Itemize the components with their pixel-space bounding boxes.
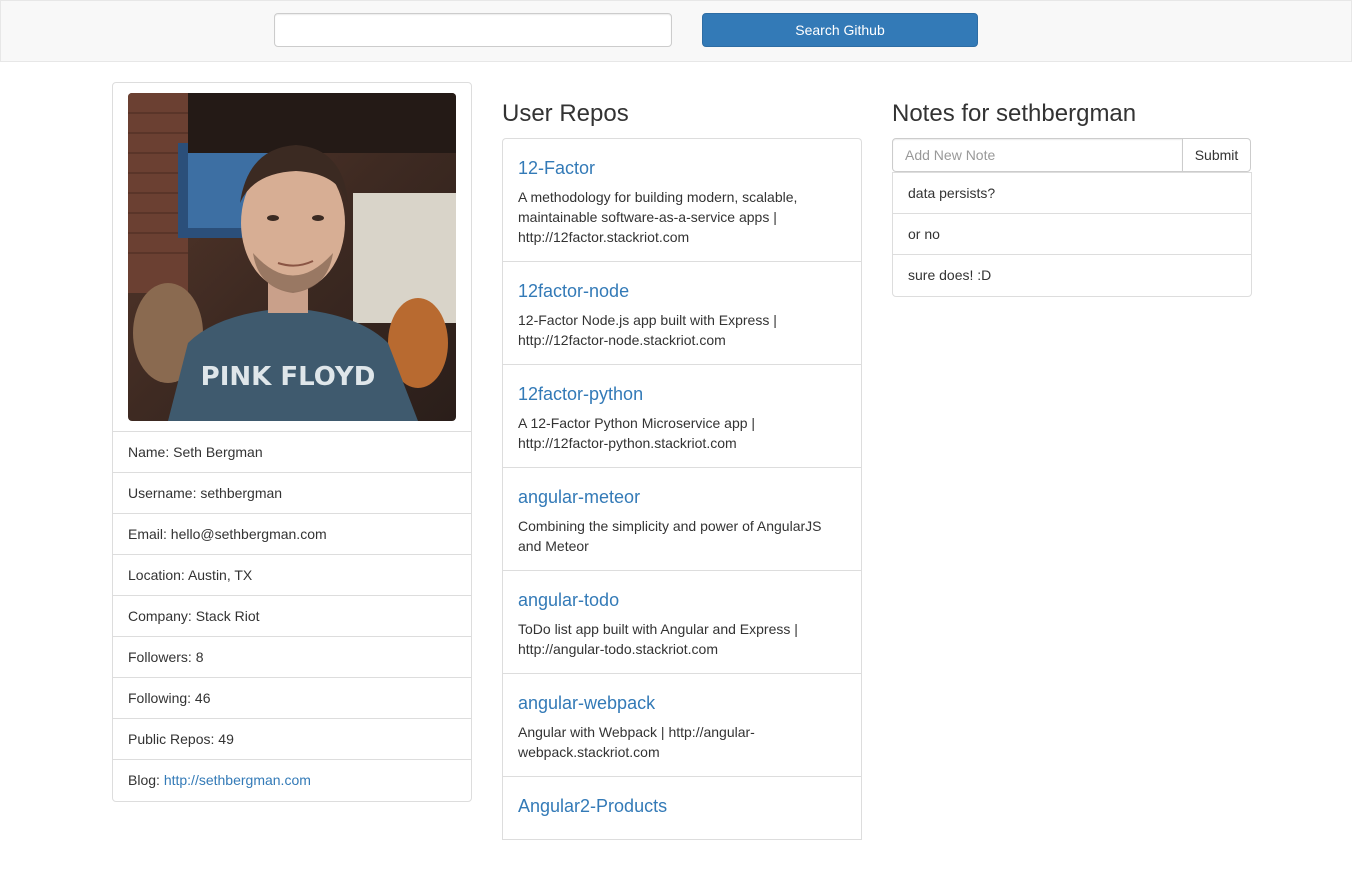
repo-link[interactable]: 12factor-node	[518, 280, 846, 302]
avatar-photo: PINK FLOYD	[128, 93, 456, 421]
repo-description: A 12-Factor Python Microservice app | ht…	[518, 415, 756, 451]
profile-public-repos: Public Repos: 49	[113, 719, 471, 760]
add-note-input[interactable]	[892, 138, 1183, 172]
profile-username: Username: sethbergman	[113, 473, 471, 514]
repo-item: Angular2-Products	[503, 777, 861, 840]
repo-link[interactable]: 12-Factor	[518, 157, 846, 179]
navbar: Search Github	[0, 0, 1352, 62]
profile-name: Name: Seth Bergman	[113, 432, 471, 473]
add-note-form: Submit	[892, 138, 1252, 172]
repo-link[interactable]: 12factor-python	[518, 383, 846, 405]
repo-description: Combining the simplicity and power of An…	[518, 518, 822, 554]
repo-description: Angular with Webpack | http://angular-we…	[518, 724, 755, 760]
notes-title: Notes for sethbergman	[892, 100, 1137, 127]
profile-company: Company: Stack Riot	[113, 596, 471, 637]
repo-description: 12-Factor Node.js app built with Express…	[518, 312, 777, 348]
svg-text:PINK FLOYD: PINK FLOYD	[201, 362, 376, 392]
profile-blog: Blog: http://sethbergman.com	[128, 772, 311, 788]
note-item: or no	[893, 214, 1251, 255]
note-item: data persists?	[893, 173, 1251, 214]
avatar-container: PINK FLOYD	[113, 83, 471, 432]
notes-list: data persists? or no sure does! :D	[892, 172, 1252, 297]
repo-item: angular-webpack Angular with Webpack | h…	[503, 674, 861, 777]
note-item: sure does! :D	[908, 267, 992, 283]
github-username-search-input[interactable]	[274, 13, 672, 47]
profile-following: Following: 46	[113, 678, 471, 719]
repo-item: 12-Factor A methodology for building mod…	[503, 139, 861, 262]
repo-item: 12factor-python A 12-Factor Python Micro…	[503, 365, 861, 468]
repos-list: 12-Factor A methodology for building mod…	[502, 138, 862, 840]
repo-item: 12factor-node 12-Factor Node.js app buil…	[503, 262, 861, 365]
repo-item: angular-meteor Combining the simplicity …	[503, 468, 861, 571]
repo-link[interactable]: angular-todo	[518, 589, 846, 611]
repo-description: A methodology for building modern, scala…	[518, 189, 798, 245]
repo-link[interactable]: angular-webpack	[518, 692, 846, 714]
profile-followers: Followers: 8	[113, 637, 471, 678]
profile-email: Email: hello@sethbergman.com	[113, 514, 471, 555]
avatar: PINK FLOYD	[128, 93, 456, 421]
repo-item: angular-todo ToDo list app built with An…	[503, 571, 861, 674]
profile-location: Location: Austin, TX	[113, 555, 471, 596]
user-profile-panel: PINK FLOYD Name: Seth Bergman Username: …	[112, 82, 472, 802]
user-repos-title: User Repos	[502, 100, 629, 127]
repo-link[interactable]: angular-meteor	[518, 486, 846, 508]
blog-link[interactable]: http://sethbergman.com	[164, 772, 311, 788]
search-github-button[interactable]: Search Github	[702, 13, 978, 47]
repo-link[interactable]: Angular2-Products	[518, 795, 846, 817]
repo-description: ToDo list app built with Angular and Exp…	[518, 621, 798, 657]
submit-note-button[interactable]: Submit	[1182, 138, 1251, 172]
